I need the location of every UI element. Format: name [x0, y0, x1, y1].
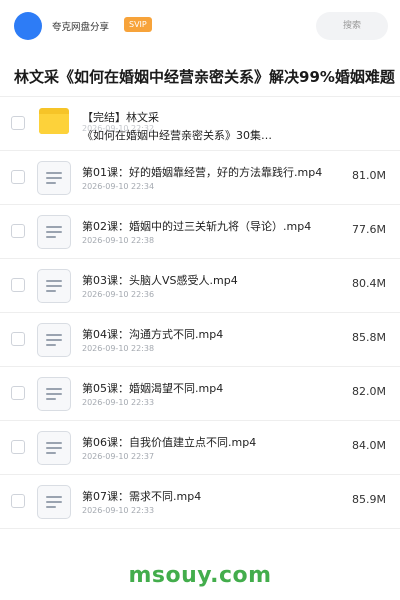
file-size: 85.8M — [352, 331, 386, 344]
folder-name-line1: 【完结】林文采 — [82, 111, 159, 124]
document-icon — [37, 161, 71, 195]
file-name: 第05课：婚姻渴望不同.mp4 — [82, 382, 224, 395]
file-date: 2026-09-10 22:37 — [82, 452, 155, 461]
file-name: 第07课：需求不同.mp4 — [82, 490, 202, 503]
row-checkbox[interactable] — [11, 386, 25, 400]
row-checkbox[interactable] — [11, 494, 25, 508]
row-checkbox[interactable] — [11, 170, 25, 184]
file-row[interactable]: 第06课：自我价值建立点不同.mp4 2026-09-10 22:37 84.0… — [0, 421, 400, 475]
file-date: 2026-09-10 22:38 — [82, 236, 155, 245]
file-row[interactable]: 第02课：婚姻中的过三关斩九将（导论）.mp4 2026-09-10 22:38… — [0, 205, 400, 259]
file-row[interactable]: 第04课：沟通方式不同.mp4 2026-09-10 22:38 85.8M — [0, 313, 400, 367]
svip-badge: SVIP — [124, 17, 152, 32]
avatar[interactable] — [14, 12, 42, 40]
file-row[interactable]: 第03课：头脑人VS感受人.mp4 2026-09-10 22:36 80.4M — [0, 259, 400, 313]
site-watermark: msouy.com — [128, 563, 272, 588]
file-date: 2026-09-10 22:33 — [82, 506, 155, 515]
page-title: 林文采《如何在婚姻中经营亲密关系》解决99%婚姻难题 — [14, 68, 395, 86]
file-date: 2026-09-10 22:34 — [82, 182, 155, 191]
file-row[interactable]: 第05课：婚姻渴望不同.mp4 2026-09-10 22:33 82.0M — [0, 367, 400, 421]
file-date: 2026-09-10 22:33 — [82, 398, 155, 407]
document-icon — [37, 485, 71, 519]
file-name: 第03课：头脑人VS感受人.mp4 — [82, 274, 238, 287]
document-icon — [37, 377, 71, 411]
file-date: 2026-09-10 22:36 — [82, 290, 155, 299]
document-icon — [37, 431, 71, 465]
share-owner-name: 夸克网盘分享 — [52, 22, 110, 33]
document-icon — [37, 215, 71, 249]
file-size: 82.0M — [352, 385, 386, 398]
file-date: 2026-09-10 22:38 — [82, 344, 155, 353]
file-name: 第04课：沟通方式不同.mp4 — [82, 328, 224, 341]
file-list: 2026-09-10 22:32 【完结】林文采 《如何在婚姻中经营亲密关系》3… — [0, 97, 400, 529]
file-size: 77.6M — [352, 223, 386, 236]
document-icon — [37, 323, 71, 357]
folder-name-line2: 《如何在婚姻中经营亲密关系》30集… — [82, 129, 272, 142]
file-size: 85.9M — [352, 493, 386, 506]
folder-row[interactable]: 2026-09-10 22:32 【完结】林文采 《如何在婚姻中经营亲密关系》3… — [0, 97, 400, 151]
row-checkbox[interactable] — [11, 278, 25, 292]
file-size: 80.4M — [352, 277, 386, 290]
search-box[interactable]: 搜索 — [316, 12, 388, 40]
row-checkbox[interactable] — [11, 332, 25, 346]
file-size: 84.0M — [352, 439, 386, 452]
row-checkbox[interactable] — [11, 224, 25, 238]
file-name: 第02课：婚姻中的过三关斩九将（导论）.mp4 — [82, 220, 312, 233]
row-checkbox[interactable] — [11, 440, 25, 454]
row-checkbox[interactable] — [11, 116, 25, 130]
folder-icon — [39, 108, 69, 134]
file-size: 81.0M — [352, 169, 386, 182]
file-row[interactable]: 第07课：需求不同.mp4 2026-09-10 22:33 85.9M — [0, 475, 400, 529]
file-row[interactable]: 第01课：好的婚姻靠经营，好的方法靠践行.mp4 2026-09-10 22:3… — [0, 151, 400, 205]
file-name: 第01课：好的婚姻靠经营，好的方法靠践行.mp4 — [82, 166, 323, 179]
search-placeholder: 搜索 — [342, 21, 361, 31]
document-icon — [37, 269, 71, 303]
file-name: 第06课：自我价值建立点不同.mp4 — [82, 436, 257, 449]
share-header: 夸克网盘分享 SVIP 搜索 — [0, 0, 400, 52]
